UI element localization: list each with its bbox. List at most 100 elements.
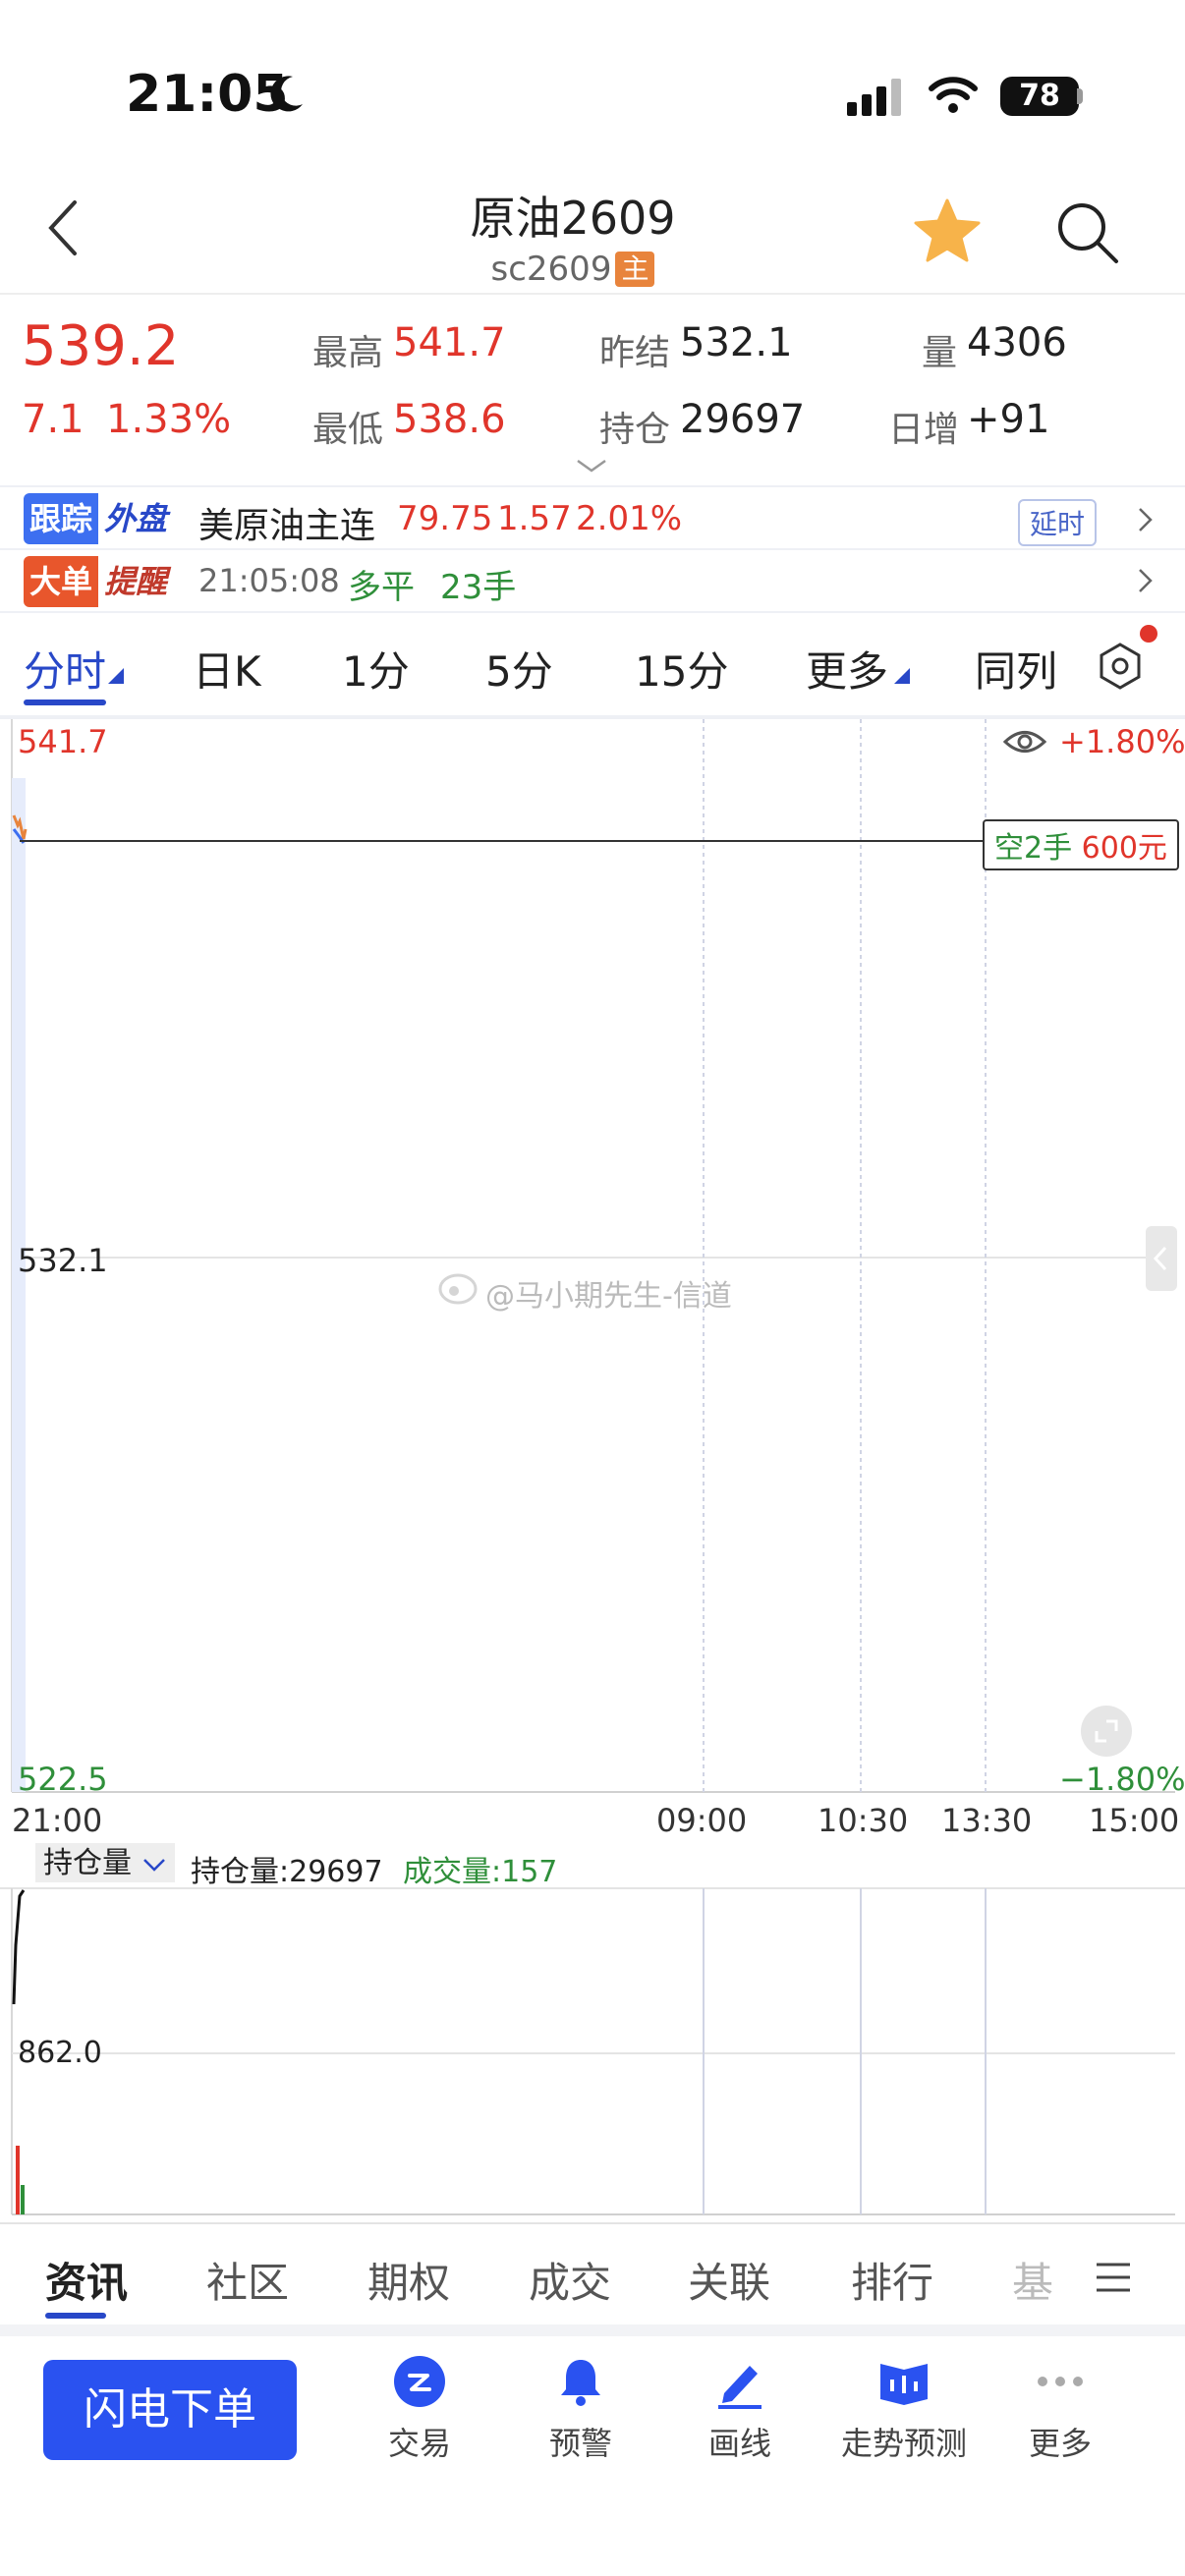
y-axis-mid: 532.1 <box>18 1242 108 1279</box>
bottom-tabs-top-divider <box>0 2222 1185 2224</box>
prev-settle-value: 532.1 <box>680 320 793 365</box>
price-change-pct: 1.33% <box>106 397 232 442</box>
volume-bar <box>16 2146 20 2214</box>
volume-label: 量 <box>922 333 958 373</box>
position-tag-value: 600元 <box>1081 831 1167 866</box>
wifi-icon <box>929 77 978 113</box>
sub-chart-y-label: 862.0 <box>18 2036 102 2070</box>
chevron-right-icon[interactable] <box>1136 505 1156 534</box>
forecast-label: 走势预测 <box>840 2425 967 2462</box>
forecast-action[interactable]: 走势预测 <box>825 2354 983 2464</box>
alert-action: 多平 <box>348 568 415 607</box>
alert-action[interactable]: 预警 <box>507 2354 654 2464</box>
time-label: 13:30 <box>941 1802 1033 1839</box>
search-icon[interactable] <box>1055 200 1120 265</box>
trade-action[interactable]: 交易 <box>346 2354 493 2464</box>
pct-axis-bottom: −1.80% <box>1059 1761 1185 1798</box>
volume-value: 4306 <box>967 320 1067 365</box>
lightning-order-button[interactable]: 闪电下单 <box>43 2360 297 2460</box>
tab-trades[interactable]: 成交 <box>529 2250 611 2310</box>
tab-compare[interactable]: 同列 <box>975 639 1057 699</box>
time-label: 15:00 <box>1089 1802 1180 1839</box>
bottom-tabs-divider <box>0 2324 1185 2336</box>
tab-fundamentals[interactable]: 基 <box>1012 2250 1053 2310</box>
follow-change-pct: 2.01% <box>576 499 683 538</box>
tab-intraday[interactable]: 分时 <box>24 639 106 699</box>
tab-related[interactable]: 关联 <box>688 2250 770 2310</box>
alert-qty: 23手 <box>440 568 517 607</box>
moon-icon <box>270 76 303 112</box>
pct-axis-top: +1.80% <box>1059 723 1185 760</box>
daily-incr-label: 日增 <box>888 410 960 450</box>
follow-tag: 跟踪 <box>24 493 99 544</box>
session-shade <box>12 778 26 1792</box>
prev-settle-label: 昨结 <box>599 333 671 373</box>
tab-5min[interactable]: 5分 <box>485 639 553 699</box>
tab-1min[interactable]: 1分 <box>342 639 410 699</box>
follow-external-tag[interactable]: 跟踪 外盘 <box>24 493 173 544</box>
eye-icon[interactable] <box>1002 727 1047 756</box>
time-label: 21:00 <box>12 1802 103 1839</box>
last-price: 539.2 <box>22 314 180 378</box>
tab-daily-k[interactable]: 日K <box>193 639 261 699</box>
tab-15min[interactable]: 15分 <box>635 639 728 699</box>
high-value: 541.7 <box>393 320 506 365</box>
tab-dropdown-corner-icon <box>894 668 910 684</box>
tab-active-underline <box>24 700 106 705</box>
trade-icon <box>394 2356 445 2407</box>
fullscreen-icon <box>1081 1706 1132 1757</box>
price-change: 7.1 <box>22 397 85 442</box>
contract-code-text: sc2609 <box>490 250 612 289</box>
low-value: 538.6 <box>393 397 506 442</box>
open-interest-value: 29697 <box>680 397 806 442</box>
intraday-chart[interactable] <box>0 719 1185 1800</box>
open-interest-line <box>12 1889 26 2005</box>
battery-tip <box>1077 88 1083 104</box>
position-tag[interactable]: 空2手 600元 <box>983 819 1179 870</box>
chevron-right-icon[interactable] <box>1136 566 1156 595</box>
bottom-tab-active-underline <box>45 2313 106 2319</box>
time-label: 10:30 <box>818 1802 909 1839</box>
expand-chevron-icon[interactable] <box>574 458 609 474</box>
time-label: 09:00 <box>656 1802 748 1839</box>
tab-ranking[interactable]: 排行 <box>851 2250 933 2310</box>
tab-more[interactable]: 更多 <box>806 639 888 699</box>
open-interest-label: 持仓 <box>599 410 671 450</box>
tab-options[interactable]: 期权 <box>367 2250 450 2310</box>
external-tag: 外盘 <box>104 500 168 537</box>
indicator-selector-label: 持仓量 <box>43 1846 132 1880</box>
trade-label: 交易 <box>387 2425 451 2462</box>
side-panel-handle <box>1146 1226 1177 1291</box>
notification-dot <box>1140 625 1157 643</box>
daily-incr-value: +91 <box>967 397 1050 442</box>
more-action[interactable]: 更多 <box>987 2354 1134 2464</box>
alert-tag: 提醒 <box>104 563 168 600</box>
menu-icon[interactable] <box>1095 2262 1132 2293</box>
volume-readout: 成交量:157 <box>403 1855 558 1889</box>
watermark-text: @马小期先生-信道 <box>485 1279 732 1314</box>
draw-action[interactable]: 画线 <box>666 2354 814 2464</box>
follow-change: 1.57 <box>497 499 572 538</box>
main-contract-badge: 主 <box>615 252 655 287</box>
low-label: 最低 <box>312 410 384 450</box>
follow-price: 79.75 <box>397 499 493 538</box>
big-order-alert-tag[interactable]: 大单 提醒 <box>24 556 173 607</box>
tab-news[interactable]: 资讯 <box>45 2250 128 2310</box>
settings-hexagon-icon[interactable] <box>1095 641 1146 692</box>
high-label: 最高 <box>312 333 384 373</box>
y-axis-bottom: 522.5 <box>18 1761 108 1798</box>
follow-contract-name: 美原油主连 <box>198 506 376 546</box>
alert-label: 预警 <box>548 2425 612 2462</box>
open-interest-chart[interactable] <box>0 1886 1185 2220</box>
battery-indicator: 78 <box>1000 77 1079 116</box>
draw-icon <box>718 2366 762 2409</box>
y-axis-top: 541.7 <box>18 723 108 760</box>
forecast-icon <box>880 2364 928 2405</box>
favorite-star-icon[interactable] <box>912 196 983 265</box>
delay-badge: 延时 <box>1018 499 1098 546</box>
weibo-watermark-icon <box>438 1273 478 1305</box>
more-label: 更多 <box>1028 2425 1092 2462</box>
follow-bar-top-divider <box>0 485 1185 487</box>
indicator-selector[interactable]: 持仓量 <box>35 1843 175 1882</box>
tab-community[interactable]: 社区 <box>206 2250 289 2310</box>
